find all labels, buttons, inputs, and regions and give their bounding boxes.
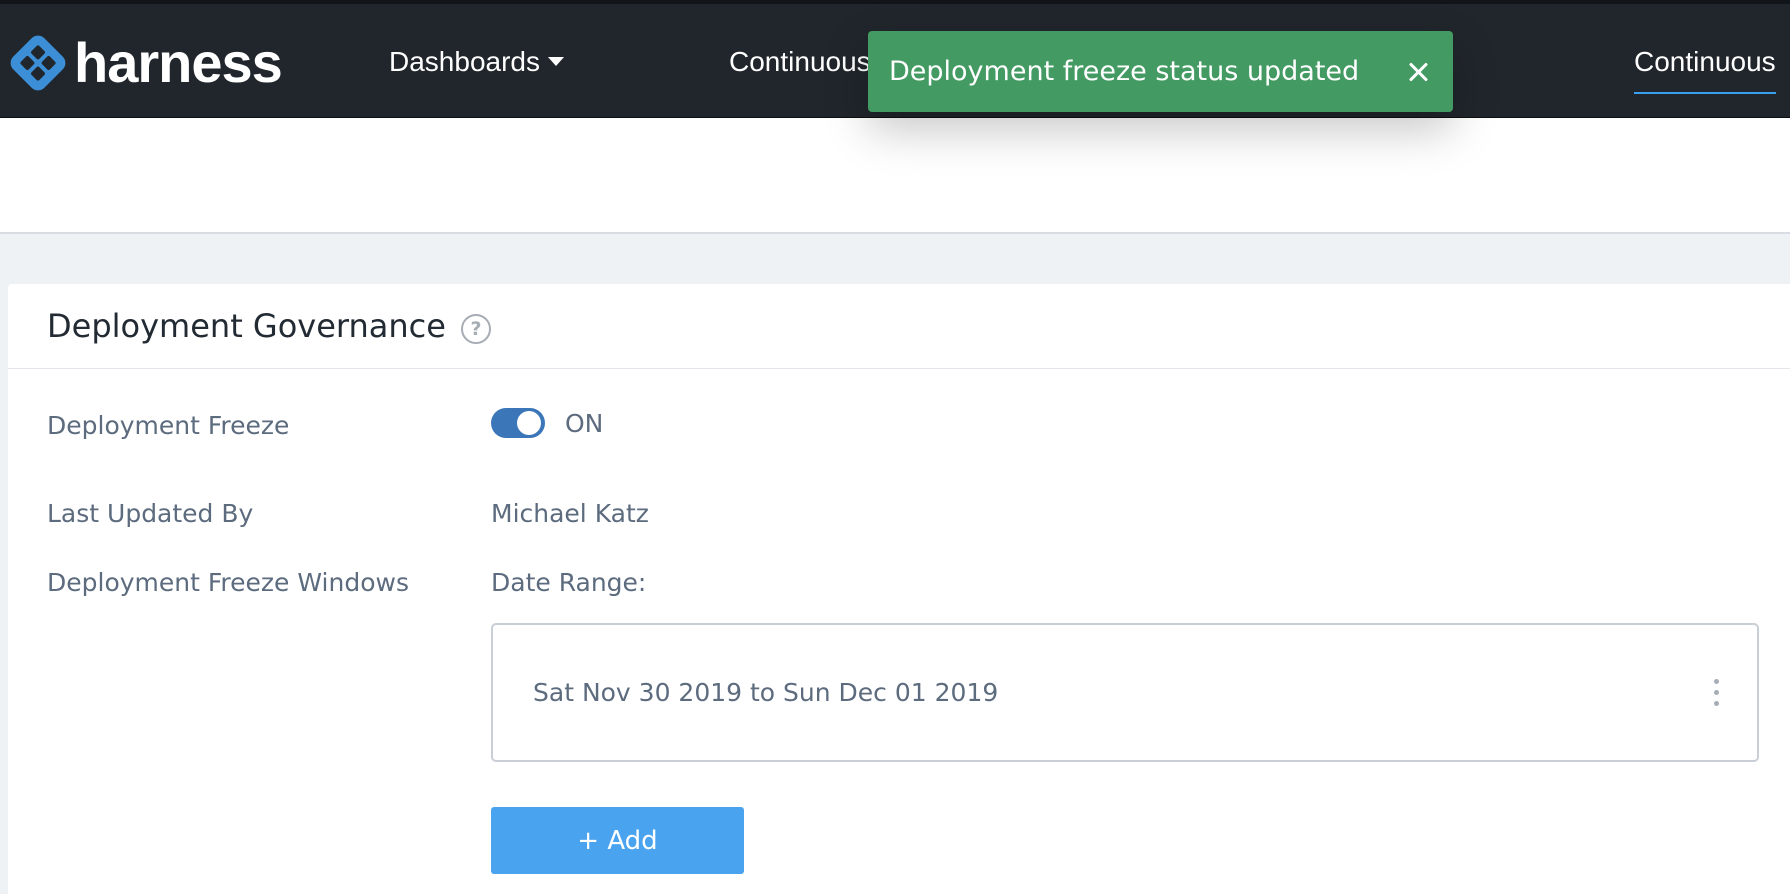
caret-down-icon (547, 57, 564, 67)
nav-continuous-right[interactable]: Continuous (1634, 42, 1776, 94)
help-icon[interactable]: ? (460, 314, 491, 344)
toast-message: Deployment freeze status updated (889, 56, 1360, 87)
page-header-area (0, 118, 1790, 234)
last-updated-by-value: Michael Katz (491, 499, 649, 528)
nav-dashboards[interactable]: Dashboards (389, 42, 564, 82)
add-window-button[interactable]: + Add (491, 807, 744, 874)
deployment-freeze-toggle[interactable] (491, 408, 545, 438)
more-options-icon[interactable] (1710, 675, 1723, 710)
deployment-freeze-label: Deployment Freeze (47, 411, 290, 440)
page-title: Deployment Governance (47, 307, 446, 345)
deployment-freeze-toggle-group: ON (491, 408, 603, 438)
freeze-window-date-range: Sat Nov 30 2019 to Sun Dec 01 2019 (533, 678, 999, 707)
brand-logo[interactable]: harness (8, 31, 283, 94)
toggle-state-label: ON (565, 408, 604, 438)
nav-dashboards-label: Dashboards (389, 46, 540, 77)
deployment-governance-panel: Deployment Governance ? Deployment Freez… (8, 284, 1790, 894)
nav-continuous-left[interactable]: Continuous (729, 42, 871, 82)
date-range-label: Date Range: (491, 568, 647, 597)
panel-header: Deployment Governance ? (8, 284, 1790, 369)
freeze-windows-label: Deployment Freeze Windows (47, 568, 409, 597)
toggle-knob (517, 411, 541, 435)
last-updated-by-label: Last Updated By (47, 499, 254, 528)
close-icon[interactable] (1405, 59, 1431, 85)
harness-logo-icon (10, 35, 66, 91)
brand-name: harness (74, 31, 283, 94)
success-toast: Deployment freeze status updated (868, 31, 1453, 112)
freeze-window-item: Sat Nov 30 2019 to Sun Dec 01 2019 (491, 623, 1759, 762)
